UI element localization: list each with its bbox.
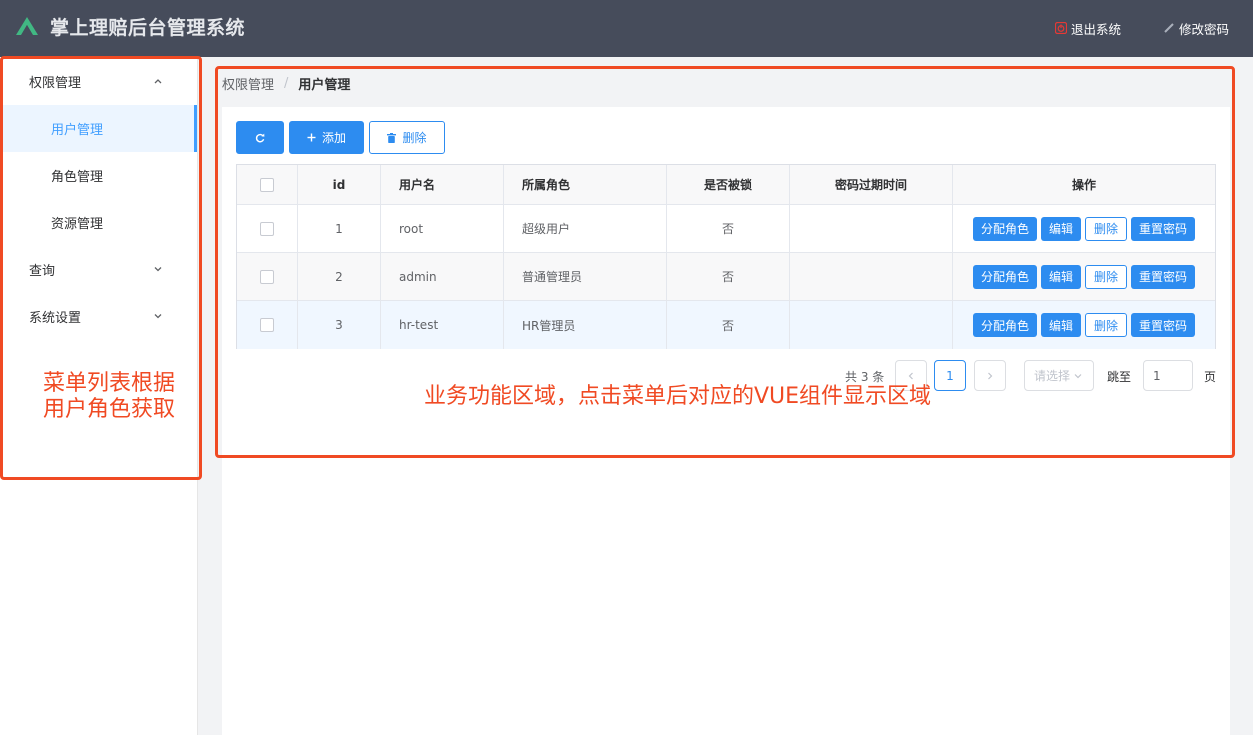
assign-role-button[interactable]: 分配角色: [972, 264, 1037, 289]
main-annotation-text: 业务功能区域，点击菜单后对应的VUE组件显示区域: [424, 384, 932, 409]
chevron-down-icon: [1074, 373, 1082, 378]
page-size-select[interactable]: 请选择: [1024, 360, 1094, 391]
row-delete-button[interactable]: 删除: [1085, 313, 1128, 337]
edit-button[interactable]: 编辑: [1040, 264, 1081, 289]
refresh-button[interactable]: [236, 121, 284, 154]
reset-password-button[interactable]: 重置密码: [1131, 216, 1196, 241]
sidebar-item-label: 用户管理: [51, 123, 104, 138]
sidebar-group-query[interactable]: 查询: [0, 246, 197, 293]
top-header: 掌上理赔后台管理系统 退出系统 修改密码: [0, 0, 1253, 57]
cell-password-expiry: [790, 205, 953, 252]
reset-password-button[interactable]: 重置密码: [1131, 264, 1196, 289]
column-header-password-expiry[interactable]: 密码过期时间: [790, 165, 953, 204]
add-button[interactable]: 添加: [289, 121, 364, 154]
app-title: 掌上理赔后台管理系统: [50, 17, 246, 39]
power-icon: [1055, 22, 1067, 34]
chevron-left-icon: [908, 372, 913, 379]
cell-id: 3: [298, 301, 381, 349]
logout-button[interactable]: 退出系统: [1055, 20, 1122, 37]
plus-icon: [307, 133, 316, 142]
cell-locked: 否: [667, 301, 790, 349]
cell-username: hr-test: [381, 301, 504, 349]
page-size-placeholder: 请选择: [1034, 369, 1071, 383]
cell-role: HR管理员: [504, 301, 667, 349]
sidebar-group-system-settings[interactable]: 系统设置: [0, 293, 197, 340]
cell-locked: 否: [667, 253, 790, 300]
pagination-total: 共 3 条: [845, 370, 885, 384]
sidebar-annotation-line2: 用户角色获取: [43, 397, 176, 422]
breadcrumb-separator: /: [284, 76, 289, 91]
cell-actions: 分配角色 编辑 删除 重置密码: [953, 301, 1215, 349]
cell-id: 1: [298, 205, 381, 252]
select-all-checkbox[interactable]: [260, 177, 274, 192]
chevron-up-icon: [154, 79, 162, 84]
cell-role: 普通管理员: [504, 253, 667, 300]
jump-label: 跳至: [1107, 370, 1132, 384]
breadcrumb: 权限管理 / 用户管理: [222, 74, 350, 93]
column-header-locked[interactable]: 是否被锁: [667, 165, 790, 204]
row-checkbox[interactable]: [260, 318, 274, 332]
user-table: id 用户名 所属角色 是否被锁 密码过期时间 操作 1 root 超级用户 否…: [236, 164, 1216, 349]
sidebar-group-label: 系统设置: [29, 311, 82, 326]
cell-id: 2: [298, 253, 381, 300]
sidebar-item-role-management[interactable]: 角色管理: [0, 152, 197, 199]
add-button-label: 添加: [321, 131, 346, 145]
delete-button[interactable]: 删除: [369, 121, 445, 154]
trash-icon: [387, 132, 397, 143]
sidebar-item-label: 资源管理: [51, 217, 104, 232]
jump-page-input[interactable]: [1143, 360, 1193, 391]
column-header-id[interactable]: id: [298, 165, 381, 204]
table-row[interactable]: 3 hr-test HR管理员 否 分配角色 编辑 删除 重置密码: [237, 301, 1215, 349]
sidebar-item-resource-management[interactable]: 资源管理: [0, 199, 197, 246]
sidebar-annotation-line1: 菜单列表根据: [43, 371, 176, 396]
assign-role-button[interactable]: 分配角色: [972, 216, 1037, 241]
cell-locked: 否: [667, 205, 790, 252]
cell-actions: 分配角色 编辑 删除 重置密码: [953, 253, 1215, 300]
change-password-button[interactable]: 修改密码: [1163, 20, 1230, 37]
row-delete-button[interactable]: 删除: [1085, 264, 1128, 289]
pencil-icon: [1164, 23, 1174, 33]
cell-password-expiry: [790, 253, 953, 300]
chevron-down-icon: [154, 267, 162, 272]
row-checkbox[interactable]: [260, 221, 274, 236]
sidebar-group-label: 查询: [29, 264, 56, 279]
app-logo-icon: [16, 17, 38, 35]
refresh-icon: [255, 133, 265, 142]
table-header-row: id 用户名 所属角色 是否被锁 密码过期时间 操作: [237, 165, 1215, 205]
breadcrumb-parent[interactable]: 权限管理: [222, 74, 274, 93]
sidebar-item-user-management[interactable]: 用户管理: [0, 105, 197, 152]
chevron-down-icon: [154, 314, 162, 319]
table-row[interactable]: 2 admin 普通管理员 否 分配角色 编辑 删除 重置密码: [237, 253, 1215, 301]
cell-username: root: [381, 205, 504, 252]
sidebar-group-permissions[interactable]: 权限管理: [0, 58, 197, 105]
cell-actions: 分配角色 编辑 删除 重置密码: [953, 205, 1215, 252]
column-header-actions: 操作: [1071, 178, 1096, 192]
row-checkbox[interactable]: [260, 269, 274, 284]
cell-role: 超级用户: [504, 205, 667, 252]
change-password-label: 修改密码: [1179, 21, 1230, 37]
page-suffix-label: 页: [1204, 370, 1217, 384]
sidebar-group-label: 权限管理: [29, 76, 82, 91]
edit-button[interactable]: 编辑: [1040, 216, 1081, 241]
page-number-button[interactable]: 1: [934, 360, 966, 391]
chevron-right-icon: [988, 372, 993, 379]
column-header-role[interactable]: 所属角色: [504, 165, 667, 204]
table-row[interactable]: 1 root 超级用户 否 分配角色 编辑 删除 重置密码: [237, 205, 1215, 253]
reset-password-button[interactable]: 重置密码: [1131, 313, 1196, 337]
delete-button-label: 删除: [402, 131, 427, 145]
cell-username: admin: [381, 253, 504, 300]
cell-password-expiry: [790, 301, 953, 349]
logout-label: 退出系统: [1071, 21, 1122, 37]
row-delete-button[interactable]: 删除: [1085, 216, 1128, 241]
column-header-username[interactable]: 用户名: [381, 165, 504, 204]
assign-role-button[interactable]: 分配角色: [972, 313, 1037, 337]
edit-button[interactable]: 编辑: [1040, 313, 1081, 337]
sidebar-item-label: 角色管理: [51, 170, 104, 185]
next-page-button[interactable]: [974, 360, 1006, 391]
breadcrumb-current: 用户管理: [298, 78, 351, 93]
